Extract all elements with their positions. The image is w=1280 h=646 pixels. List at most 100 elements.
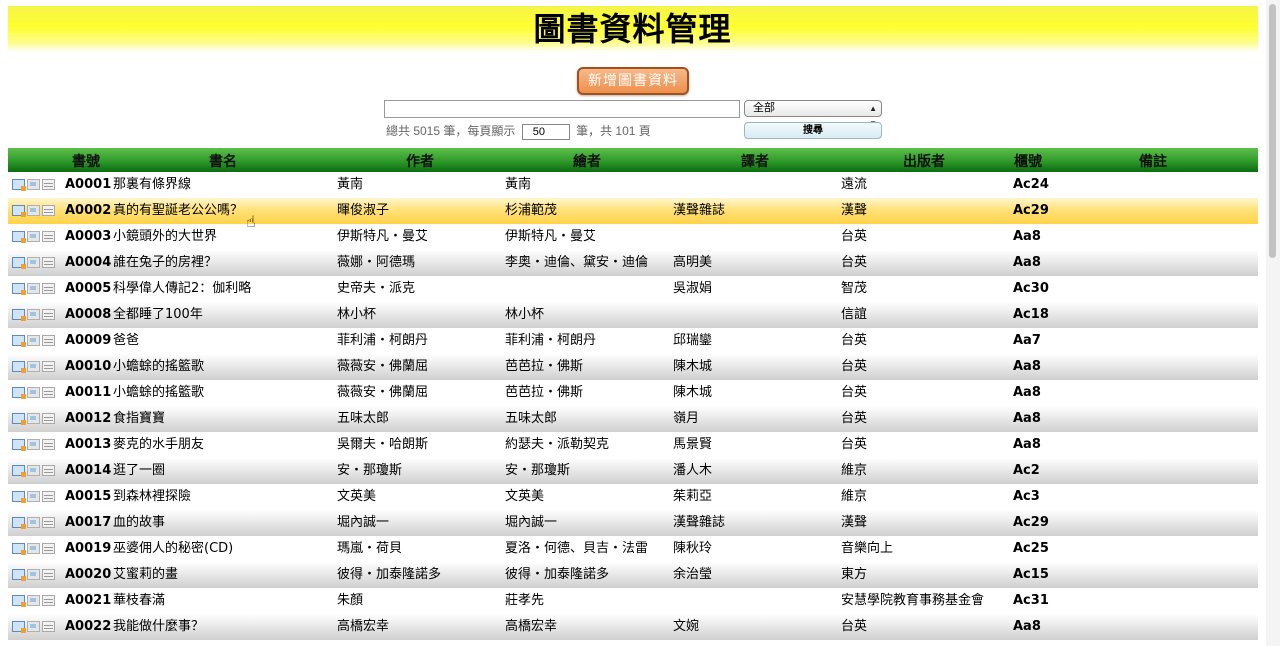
column-header-title: 書名 (209, 154, 237, 170)
copy-icon[interactable] (27, 231, 40, 242)
cell-title: 真的有聖誕老公公嗎？ (113, 203, 244, 218)
delete-icon[interactable] (42, 283, 55, 294)
copy-icon[interactable] (27, 309, 40, 320)
edit-icon[interactable] (12, 361, 26, 373)
vertical-scrollbar[interactable] (1266, 0, 1280, 646)
table-row[interactable]: A0001 那裏有條界線 黃南 黃南 遠流 Ac24 (8, 172, 1258, 198)
table-row[interactable]: A0008 全都睡了100年 林小杯 林小杯 信誼 Ac18 (8, 302, 1258, 328)
cell-title: 小蟾蜍的搖籃歌 (113, 359, 205, 374)
table-row[interactable]: A0022 我能做什麼事？ 高橋宏幸 高橋宏幸 文婉 台英 Aa8 (8, 614, 1258, 640)
copy-icon[interactable] (27, 439, 40, 450)
cell-illustrator: 文英美 (505, 489, 545, 504)
edit-icon[interactable] (12, 387, 26, 399)
edit-icon[interactable] (12, 283, 26, 295)
table-row[interactable]: A0015 到森林裡探險 文英美 文英美 茱莉亞 維京 Ac3 (8, 484, 1258, 510)
cell-publisher: 維京 (841, 489, 868, 504)
edit-icon[interactable] (12, 543, 26, 555)
table-row[interactable]: A0017 血的故事 堀內誠一 堀內誠一 漢聲雜誌 漢聲 Ac29 (8, 510, 1258, 536)
delete-icon[interactable] (42, 621, 55, 632)
table-row[interactable]: A0010 小蟾蜍的搖籃歌 薇薇安・佛蘭屈 芭芭拉・佛斯 陳木城 台英 Aa8 (8, 354, 1258, 380)
delete-icon[interactable] (42, 465, 55, 476)
copy-icon[interactable] (27, 569, 40, 580)
edit-icon[interactable] (12, 439, 26, 451)
cell-shelf: Aa8 (1013, 385, 1041, 400)
page-title: 圖書資料管理 (533, 10, 732, 48)
edit-icon[interactable] (12, 257, 26, 269)
scrollbar-thumb[interactable] (1269, 4, 1276, 258)
category-select-value: 全部 (753, 102, 775, 114)
edit-icon[interactable] (12, 465, 26, 477)
copy-icon[interactable] (27, 517, 40, 528)
add-book-button[interactable]: 新增圖書資料 (577, 67, 689, 95)
copy-icon[interactable] (27, 413, 40, 424)
cell-author: 薇薇安・佛蘭屈 (337, 385, 429, 400)
table-row[interactable]: A0004 誰在兔子的房裡？ 薇娜・阿德瑪 李奧・迪倫、黛安・迪倫 高明美 台英 Aa8 (8, 250, 1258, 276)
cell-author: 安・那瓊斯 (337, 463, 403, 478)
copy-icon[interactable] (27, 179, 40, 190)
cell-author: 菲利浦・柯朗丹 (337, 333, 429, 348)
edit-icon[interactable] (12, 569, 26, 581)
table-row[interactable]: A0021 華枝春滿 朱顏 莊孝先 安慧學院教育事務基金會 Ac31 (8, 588, 1258, 614)
edit-icon[interactable] (12, 517, 26, 529)
copy-icon[interactable] (27, 361, 40, 372)
copy-icon[interactable] (27, 387, 40, 398)
copy-icon[interactable] (27, 335, 40, 346)
cell-publisher: 台英 (841, 359, 868, 374)
table-row[interactable]: A0020 艾蜜莉的畫 彼得・加泰隆諾多 彼得・加泰隆諾多 余治瑩 東方 Ac15 (8, 562, 1258, 588)
edit-icon[interactable] (12, 621, 26, 633)
delete-icon[interactable] (42, 309, 55, 320)
delete-icon[interactable] (42, 595, 55, 606)
delete-icon[interactable] (42, 361, 55, 372)
copy-icon[interactable] (27, 257, 40, 268)
delete-icon[interactable] (42, 413, 55, 424)
cell-publisher: 台英 (841, 411, 868, 426)
cell-translator: 陳秋玲 (673, 541, 713, 556)
copy-icon[interactable] (27, 465, 40, 476)
edit-icon[interactable] (12, 205, 26, 217)
delete-icon[interactable] (42, 335, 55, 346)
search-button[interactable]: 搜尋 (744, 122, 882, 139)
delete-icon[interactable] (42, 231, 55, 242)
per-page-input[interactable]: 50 (521, 123, 570, 140)
cell-id: A0014 (65, 463, 112, 478)
delete-icon[interactable] (42, 543, 55, 554)
delete-icon[interactable] (42, 569, 55, 580)
copy-icon[interactable] (27, 543, 40, 554)
edit-icon[interactable] (12, 491, 26, 503)
table-row[interactable]: A0011 小蟾蜍的搖籃歌 薇薇安・佛蘭屈 芭芭拉・佛斯 陳木城 台英 Aa8 (8, 380, 1258, 406)
table-row[interactable]: A0012 食指寶寶 五味太郎 五味太郎 嶺月 台英 Aa8 (8, 406, 1258, 432)
copy-icon[interactable] (27, 205, 40, 216)
delete-icon[interactable] (42, 387, 55, 398)
table-row[interactable]: A0019 巫婆佣人的秘密(CD) 瑪嵐・荷貝 夏洛・何德、貝吉・法雷 陳秋玲 音樂向上 A… (8, 536, 1258, 562)
summary-prefix: 總共 5015 筆，每頁顯示 (386, 124, 516, 138)
category-select[interactable]: 全部 ▲▼ (744, 100, 882, 128)
table-row[interactable]: A0003 小鏡頭外的大世界 伊斯特凡・曼艾 伊斯特凡・曼艾 台英 Aa8 (8, 224, 1258, 250)
edit-icon[interactable] (12, 309, 26, 321)
table-row[interactable]: A0013 麥克的水手朋友 吳爾夫・哈朗斯 約瑟夫・派勒契克 馬景賢 台英 Aa8 (8, 432, 1258, 458)
table-row[interactable]: A0014 逛了一圈 安・那瓊斯 安・那瓊斯 潘人木 維京 Ac2 (8, 458, 1258, 484)
copy-icon[interactable] (27, 283, 40, 294)
copy-icon[interactable] (27, 621, 40, 632)
cell-id: A0008 (65, 307, 112, 322)
cell-author: 史帝夫・派克 (337, 281, 416, 296)
result-summary: 總共 5015 筆，每頁顯示 50 筆，共 101 頁 (386, 122, 651, 140)
delete-icon[interactable] (42, 439, 55, 450)
table-row[interactable]: A0005 科學偉人傳記2：伽利略 史帝夫・派克 吳淑娟 智茂 Ac30 (8, 276, 1258, 302)
delete-icon[interactable] (42, 205, 55, 216)
delete-icon[interactable] (42, 517, 55, 528)
copy-icon[interactable] (27, 491, 40, 502)
search-input[interactable] (384, 100, 740, 118)
edit-icon[interactable] (12, 595, 26, 607)
edit-icon[interactable] (12, 231, 26, 243)
delete-icon[interactable] (42, 257, 55, 268)
delete-icon[interactable] (42, 491, 55, 502)
table-row[interactable]: A0009 爸爸 菲利浦・柯朗丹 菲利浦・柯朗丹 邱瑞鑾 台英 Aa7 (8, 328, 1258, 354)
cell-title: 食指寶寶 (113, 411, 166, 426)
cell-publisher: 台英 (841, 229, 868, 244)
copy-icon[interactable] (27, 595, 40, 606)
edit-icon[interactable] (12, 335, 26, 347)
delete-icon[interactable] (42, 179, 55, 190)
edit-icon[interactable] (12, 413, 26, 425)
edit-icon[interactable] (12, 179, 26, 191)
table-row[interactable]: A0002 真的有聖誕老公公嗎？ 暉俊淑子 杉浦範茂 漢聲雜誌 漢聲 Ac29 (8, 198, 1258, 224)
